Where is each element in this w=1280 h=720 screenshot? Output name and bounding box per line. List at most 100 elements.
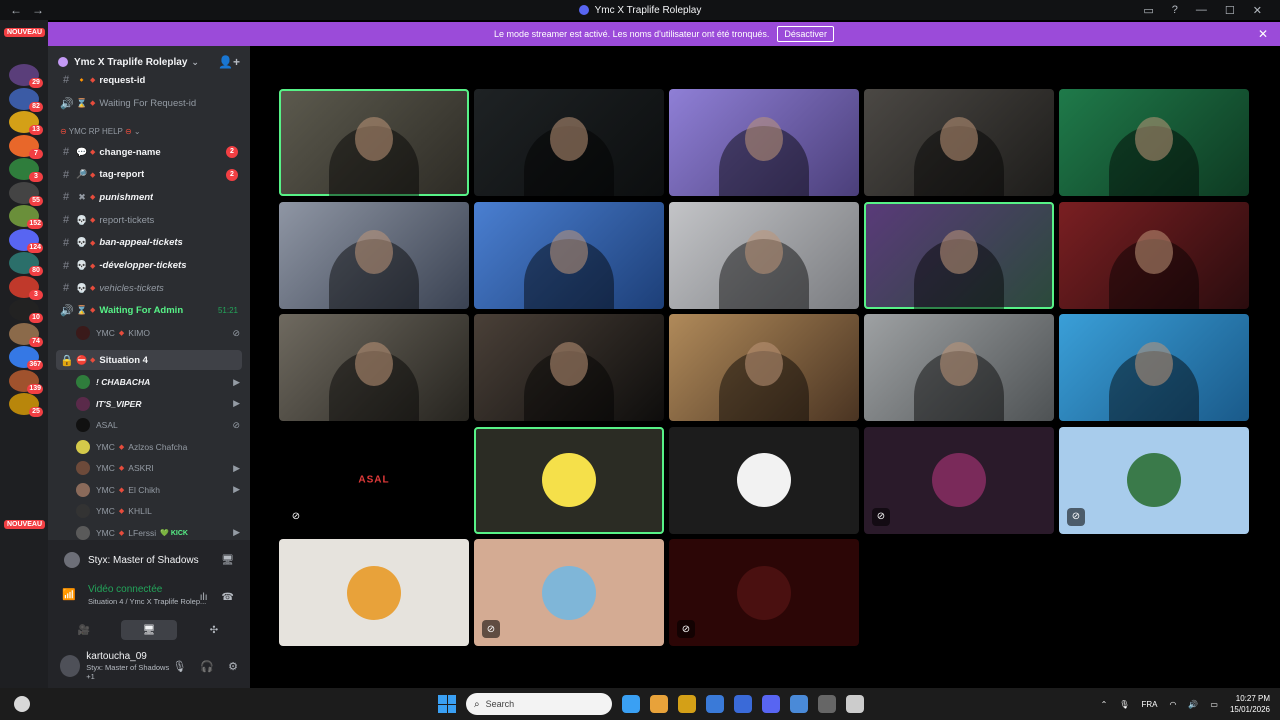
server-icon[interactable]: 29 xyxy=(9,64,43,88)
channel-item[interactable]: # 🔸 ◆ request-id xyxy=(48,70,250,90)
server-icon[interactable]: 3 xyxy=(9,275,43,300)
server-icon[interactable]: 13 xyxy=(9,111,43,135)
taskbar-app-icon[interactable] xyxy=(650,695,668,713)
server-icon[interactable]: 80 xyxy=(9,252,43,276)
voice-member[interactable]: ! CHABACHA ▶ xyxy=(76,372,250,392)
category-header[interactable]: ⊖ YMC RP HELP ⊖ ⌄ xyxy=(60,127,141,136)
participant-tile[interactable] xyxy=(669,314,859,421)
camera-button[interactable]: 🎥 xyxy=(56,620,112,640)
close-window-button[interactable]: ✕ xyxy=(1253,4,1262,17)
settings-gear-icon[interactable]: ⚙ xyxy=(228,660,238,673)
voice-member[interactable]: ASAL ⊘ xyxy=(76,415,250,435)
participant-tile[interactable] xyxy=(474,89,664,196)
participant-tile[interactable] xyxy=(864,201,1054,309)
minimize-button[interactable]: — xyxy=(1196,4,1207,16)
mic-icon[interactable]: 🎙 xyxy=(172,660,186,673)
volume-icon[interactable]: 🔊 xyxy=(1188,700,1198,709)
server-icon[interactable]: 124 xyxy=(9,228,43,253)
disconnect-icon[interactable]: ☎ xyxy=(222,592,234,603)
start-button[interactable] xyxy=(438,695,456,713)
channel-item[interactable]: # 🔎 ◆ tag-report 2 xyxy=(48,165,250,185)
channel-item[interactable]: # 💀 ◆ report-tickets xyxy=(48,210,250,230)
back-arrow-icon[interactable]: ← xyxy=(10,3,22,17)
server-icon[interactable]: 139 xyxy=(9,369,43,394)
voice-member[interactable]: IT'S_VIPER ▶ xyxy=(76,394,250,414)
server-icon[interactable]: 3 xyxy=(9,158,43,182)
channel-item[interactable]: # 💀 ◆ vehicles-tickets xyxy=(48,278,250,298)
taskbar-app-icon[interactable] xyxy=(762,695,780,713)
participant-tile[interactable] xyxy=(669,426,859,534)
battery-icon[interactable]: ▭ xyxy=(1210,700,1218,709)
voice-member[interactable]: YMC ◆ ASKRI ▶ xyxy=(76,458,250,478)
headset-icon[interactable]: 🎧 xyxy=(200,660,214,673)
participant-tile[interactable]: ⊘ xyxy=(1059,426,1249,534)
participant-tile[interactable] xyxy=(279,539,469,646)
voice-member[interactable]: YMC ◆ KIMO ⊘ xyxy=(76,323,250,343)
server-icon[interactable]: 55 xyxy=(9,181,43,206)
voice-member[interactable]: YMC ◆ El Chikh ▶ xyxy=(76,480,250,500)
channel-name: request-id xyxy=(99,74,146,86)
participant-tile[interactable] xyxy=(864,89,1054,196)
activities-button[interactable]: ✣ xyxy=(186,620,242,640)
invite-people-icon[interactable]: 👤+ xyxy=(218,55,240,69)
server-icon[interactable]: 152 xyxy=(9,205,43,229)
channel-item[interactable]: # 💬 ◆ change-name 2 xyxy=(48,142,250,162)
channel-item[interactable]: # ✖ ◆ punishment xyxy=(48,187,250,207)
participant-tile[interactable] xyxy=(279,314,469,421)
participant-tile[interactable] xyxy=(1059,314,1249,421)
voice-channel-item[interactable]: 🔒 ⛔ ◆ Situation 4 xyxy=(56,350,242,370)
forward-arrow-icon[interactable]: → xyxy=(32,3,44,17)
server-icon xyxy=(58,57,68,67)
participant-tile[interactable]: ⊘ xyxy=(474,539,664,646)
help-icon[interactable]: ? xyxy=(1172,4,1178,16)
member-name: KHLIL xyxy=(128,506,152,516)
voice-channel-item[interactable]: 🔊 ⌛ ◆ Waiting For Request-id xyxy=(48,93,250,113)
taskbar-app-icon[interactable] xyxy=(846,695,864,713)
server-icon[interactable]: 10 xyxy=(9,299,43,323)
participant-tile[interactable] xyxy=(669,89,859,196)
server-icon[interactable]: 82 xyxy=(9,87,43,112)
participant-tile[interactable] xyxy=(1059,89,1249,196)
participant-tile[interactable] xyxy=(279,89,469,196)
widgets-icon[interactable] xyxy=(14,696,30,712)
stop-streaming-icon[interactable]: 🖥 xyxy=(221,555,234,566)
share-screen-button[interactable]: 🖥 xyxy=(121,620,177,640)
server-icon[interactable]: 7 xyxy=(9,134,43,159)
maximize-button[interactable]: ☐ xyxy=(1225,4,1235,17)
chevron-up-icon[interactable]: ⌃ xyxy=(1101,700,1108,709)
server-icon[interactable]: 25 xyxy=(9,393,43,417)
channel-item[interactable]: # 💀 ◆ -développer-tickets xyxy=(48,256,250,276)
banner-close-icon[interactable]: ✕ xyxy=(1258,27,1268,41)
avatar[interactable] xyxy=(60,655,81,677)
participant-tile[interactable] xyxy=(279,201,469,309)
taskbar-app-icon[interactable] xyxy=(734,695,752,713)
microphone-tray-icon[interactable]: 🎙 xyxy=(1119,700,1129,709)
taskbar-app-icon[interactable] xyxy=(818,695,836,713)
inbox-icon[interactable]: ▭ xyxy=(1143,4,1153,17)
voice-member[interactable]: YMC ◆ KHLIL xyxy=(76,501,250,521)
participant-tile[interactable] xyxy=(864,314,1054,421)
channel-item[interactable]: # 💀 ◆ ban-appeal-tickets xyxy=(48,233,250,253)
participant-tile[interactable] xyxy=(669,201,859,309)
participant-tile[interactable] xyxy=(474,426,664,534)
participant-tile[interactable] xyxy=(1059,201,1249,309)
voice-member[interactable]: YMC ◆ Azlzos Chafcha xyxy=(76,437,250,457)
server-icon[interactable]: 367 xyxy=(9,346,43,370)
server-icon[interactable]: 74 xyxy=(9,322,43,347)
taskbar-app-icon[interactable] xyxy=(706,695,724,713)
wifi-icon[interactable]: ◠ xyxy=(1169,700,1176,709)
taskbar-app-icon[interactable] xyxy=(790,695,808,713)
disable-streamer-button[interactable]: Désactiver xyxy=(777,26,834,42)
voice-channel-item[interactable]: 🔊 ⌛ ◆ Waiting For Admin 51:21 xyxy=(48,300,250,320)
clock[interactable]: 10:27 PM 15/01/2026 xyxy=(1230,693,1270,715)
participant-tile[interactable]: ⊘ xyxy=(864,426,1054,534)
taskbar-app-icon[interactable] xyxy=(622,695,640,713)
taskbar-app-icon[interactable] xyxy=(678,695,696,713)
participant-tile[interactable]: ASAL ⊘ xyxy=(279,426,469,534)
participant-tile[interactable]: ⊘ xyxy=(669,539,859,646)
language-indicator[interactable]: FRA xyxy=(1141,700,1157,709)
search-input[interactable]: ⌕ Search xyxy=(466,693,612,715)
noise-suppression-icon[interactable]: ılı xyxy=(200,592,208,603)
participant-tile[interactable] xyxy=(474,201,664,309)
participant-tile[interactable] xyxy=(474,314,664,421)
